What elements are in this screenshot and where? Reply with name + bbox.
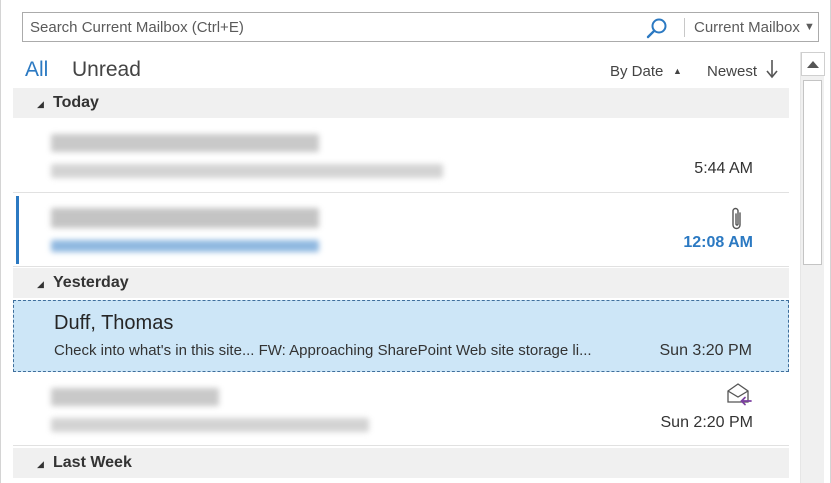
message-time: 12:08 AM <box>683 234 753 251</box>
redacted-sender <box>51 208 319 228</box>
paperclip-icon <box>732 207 741 230</box>
redacted-sender <box>51 388 219 406</box>
sort-by-dropdown[interactable]: By Date <box>610 63 663 80</box>
group-header-last-week[interactable]: ◢ Last Week <box>13 448 789 478</box>
scroll-up-button[interactable] <box>801 52 825 76</box>
filter-all-tab[interactable]: All <box>25 58 48 82</box>
redacted-preview <box>51 418 369 432</box>
collapse-triangle-icon[interactable]: ◢ <box>37 99 44 110</box>
scrollbar[interactable] <box>800 52 825 483</box>
sort-order-toggle[interactable]: Newest <box>707 63 757 80</box>
redacted-preview <box>51 240 319 252</box>
replied-envelope-icon <box>727 383 752 406</box>
message-sender: Duff, Thomas <box>54 312 174 334</box>
search-divider <box>684 18 685 37</box>
group-label: Last Week <box>53 454 132 471</box>
unread-indicator <box>16 196 19 264</box>
collapse-triangle-icon[interactable]: ◢ <box>37 459 44 470</box>
search-scope-dropdown[interactable]: Current Mailbox <box>694 19 800 36</box>
chevron-down-icon[interactable]: ▼ <box>804 21 815 33</box>
message-item-selected[interactable]: Duff, Thomas Check into what's in this s… <box>13 300 789 372</box>
search-bar: Current Mailbox ▼ <box>22 12 819 42</box>
arrow-up-icon <box>807 61 819 68</box>
redacted-preview <box>51 164 443 178</box>
search-icon[interactable] <box>645 17 669 39</box>
mail-list-pane: Current Mailbox ▼ All Unread By Date ▲ N… <box>0 0 831 483</box>
group-label: Yesterday <box>53 274 129 291</box>
collapse-triangle-icon[interactable]: ◢ <box>37 279 44 290</box>
group-header-yesterday[interactable]: ◢ Yesterday <box>13 268 789 298</box>
arrow-down-icon[interactable] <box>765 58 779 80</box>
filter-unread-tab[interactable]: Unread <box>72 58 141 82</box>
message-item[interactable]: Sun 2:20 PM <box>13 374 789 446</box>
message-item[interactable]: 12:08 AM <box>13 194 789 267</box>
message-preview: Check into what's in this site... FW: Ap… <box>54 342 592 359</box>
search-input[interactable] <box>23 13 623 41</box>
group-header-today[interactable]: ◢ Today <box>13 88 789 118</box>
group-label: Today <box>53 94 99 111</box>
message-time: 5:44 AM <box>694 160 753 177</box>
scroll-thumb[interactable] <box>803 80 822 265</box>
redacted-sender <box>51 134 319 152</box>
message-time: Sun 2:20 PM <box>660 414 754 431</box>
message-time: Sun 3:20 PM <box>659 342 753 359</box>
sort-caret-icon[interactable]: ▲ <box>673 66 682 76</box>
message-item[interactable]: 5:44 AM <box>13 120 789 193</box>
